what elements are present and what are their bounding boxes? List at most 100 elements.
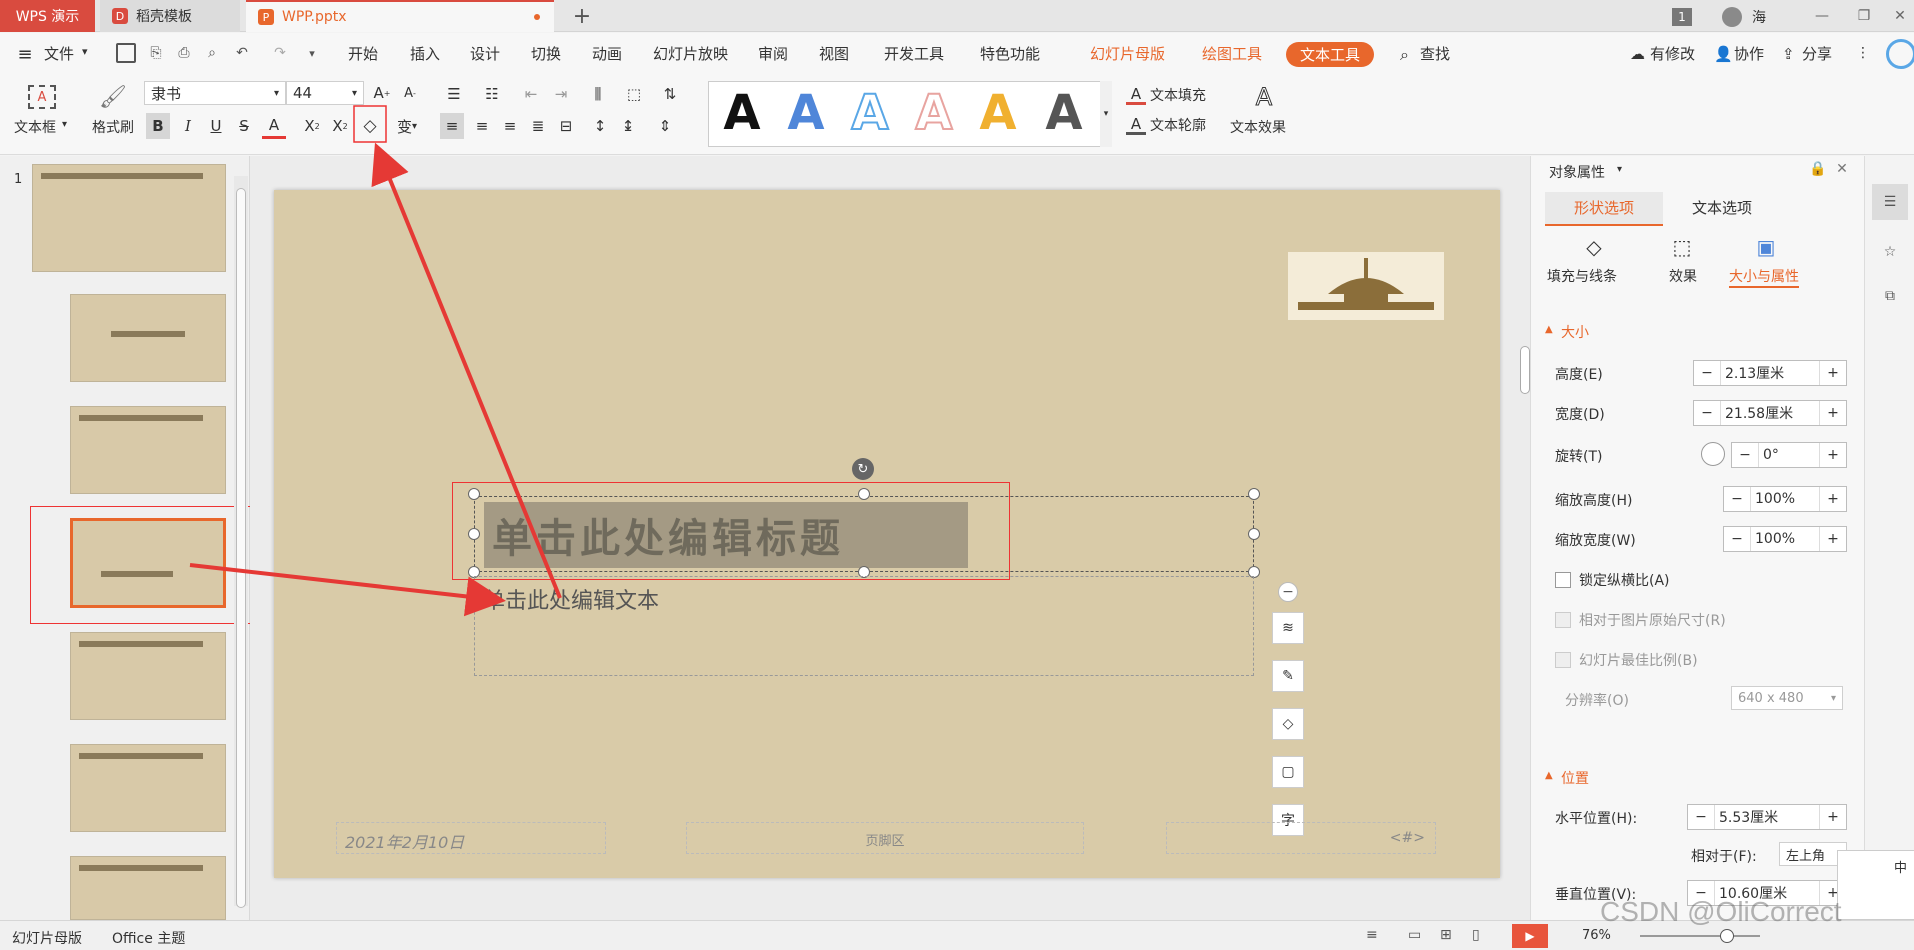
slide-sorter-icon[interactable]: ⊞	[1440, 927, 1452, 943]
properties-icon[interactable]: ☰	[1872, 184, 1908, 220]
copy-icon[interactable]: ⧉	[1872, 278, 1908, 314]
effect-icon[interactable]: ⬚	[1669, 234, 1695, 260]
save-icon[interactable]	[116, 43, 136, 63]
italic-icon[interactable]: I	[176, 113, 200, 139]
textbox-icon[interactable]: A	[28, 85, 56, 109]
slide[interactable]: 单击此处编辑标题 ↻ 单击此处编辑文本 − ≋ ✎ ◇ ▢ 字 2021年2月1…	[274, 190, 1500, 878]
star-icon[interactable]: ☆	[1872, 234, 1908, 270]
bullets-icon[interactable]: ☰	[440, 83, 468, 105]
tab-templates[interactable]: D 稻壳模板	[100, 0, 240, 32]
text-fill-button[interactable]: 文本填充	[1150, 85, 1206, 105]
text-effect-icon[interactable]: A	[1250, 83, 1278, 112]
character-change-icon[interactable]: 变 ▾	[392, 113, 422, 139]
minus-icon[interactable]: −	[1724, 491, 1750, 507]
more-options-icon[interactable]: ⋮	[1855, 43, 1871, 63]
menu-design[interactable]: 设计	[470, 43, 500, 64]
reading-view-icon[interactable]: ▯	[1472, 927, 1480, 943]
layout-thumbnail[interactable]	[70, 406, 226, 494]
menu-transition[interactable]: 切换	[531, 43, 561, 64]
increase-indent-icon[interactable]: ⇥	[550, 83, 572, 105]
layout-thumbnail[interactable]	[70, 632, 226, 720]
resize-handle[interactable]	[1248, 488, 1260, 500]
scale-width-value[interactable]: 100%	[1750, 527, 1820, 551]
line-spacing-icon[interactable]: ↕	[588, 113, 612, 139]
text-outline-button[interactable]: 文本轮廓	[1150, 115, 1206, 135]
text-style-gray[interactable]: A	[1034, 85, 1094, 141]
align-left-icon[interactable]: ≡	[440, 113, 464, 139]
menu-slide-master[interactable]: 幻灯片母版	[1090, 43, 1165, 64]
font-size-select[interactable]: 44 ▾	[286, 81, 364, 105]
canvas-scrollbar[interactable]	[1520, 156, 1530, 920]
layout-thumbnail[interactable]	[70, 744, 226, 832]
search-button[interactable]: 查找	[1420, 43, 1450, 64]
lock-ratio-checkbox[interactable]	[1555, 572, 1571, 588]
hamburger-icon[interactable]: ≡	[16, 44, 34, 65]
format-painter-label[interactable]: 格式刷	[92, 117, 134, 137]
ime-widget[interactable]: 中	[1837, 850, 1914, 920]
underline-icon[interactable]: U	[204, 113, 228, 139]
text-outline-icon[interactable]: A	[1126, 115, 1146, 135]
horizontal-position-value[interactable]: 5.53厘米	[1714, 805, 1820, 829]
rotation-value[interactable]: 0°	[1758, 443, 1820, 467]
footer-placeholder[interactable]: 页脚区	[686, 822, 1084, 854]
scale-height-value[interactable]: 100%	[1750, 487, 1820, 511]
close-window-icon[interactable]: ✕	[1890, 4, 1910, 28]
scale-height-stepper[interactable]: −100% +	[1723, 486, 1847, 512]
menu-drawing-tools[interactable]: 绘图工具	[1202, 43, 1262, 64]
plus-icon[interactable]: +	[1820, 809, 1846, 825]
layout-thumbnail[interactable]	[70, 856, 226, 920]
resolution-select[interactable]: 640 x 480 ▾	[1731, 686, 1843, 710]
format-painter-icon[interactable]: 🖌	[99, 83, 127, 111]
section-position[interactable]: 位置	[1561, 768, 1589, 788]
panel-title[interactable]: 对象属性	[1549, 162, 1605, 182]
gallery-scroll-icon[interactable]: ▾	[1100, 81, 1112, 147]
plus-icon[interactable]: +	[1820, 405, 1846, 421]
text-effect-button[interactable]: 文本效果	[1230, 117, 1286, 137]
text-direction-icon[interactable]: ⬚	[620, 83, 648, 105]
text-style-gold[interactable]: A	[968, 85, 1028, 141]
text-style-blue[interactable]: A	[776, 85, 836, 141]
layout-thumbnail[interactable]	[70, 294, 226, 382]
new-tab-icon[interactable]: +	[570, 4, 594, 29]
subtab-size-property[interactable]: 大小与属性	[1729, 266, 1799, 288]
collaborate-button[interactable]: 协作	[1734, 43, 1764, 64]
body-placeholder[interactable]: 单击此处编辑文本	[474, 576, 1254, 676]
zoom-thumb[interactable]	[1720, 929, 1734, 943]
undo-icon[interactable]: ↶	[232, 43, 252, 63]
redo-icon[interactable]: ↷	[270, 43, 290, 63]
layers-icon[interactable]: ≋	[1272, 612, 1304, 644]
superscript-icon[interactable]: X2	[300, 113, 324, 139]
plus-icon[interactable]: +	[1820, 531, 1846, 547]
tab-document[interactable]: P WPP.pptx	[246, 0, 554, 32]
menu-view[interactable]: 视图	[819, 43, 849, 64]
menu-review[interactable]: 审阅	[758, 43, 788, 64]
close-icon[interactable]: ✕	[1833, 160, 1851, 178]
rotation-dial-icon[interactable]	[1701, 442, 1725, 466]
menu-features[interactable]: 特色功能	[980, 43, 1040, 64]
distribute-icon[interactable]: ⊟	[554, 113, 578, 139]
minus-icon[interactable]: −	[1688, 809, 1714, 825]
size-property-icon[interactable]: ▣	[1753, 234, 1779, 260]
align-center-icon[interactable]: ≡	[470, 113, 494, 139]
plus-icon[interactable]: +	[1820, 365, 1846, 381]
minus-icon[interactable]: −	[1732, 447, 1758, 463]
menu-home[interactable]: 开始	[348, 43, 378, 64]
assistant-avatar[interactable]	[1886, 39, 1914, 69]
outline-icon[interactable]: ▢	[1272, 756, 1304, 788]
subscript-icon[interactable]: X2	[328, 113, 352, 139]
rotate-handle-icon[interactable]: ↻	[852, 458, 874, 480]
increase-font-icon[interactable]: A +	[372, 83, 392, 103]
width-stepper[interactable]: −21.58厘米 +	[1693, 400, 1847, 426]
tab-text-options[interactable]: 文本选项	[1663, 192, 1781, 226]
ime-chinese-icon[interactable]: 中	[1894, 857, 1907, 876]
height-stepper[interactable]: −2.13厘米 +	[1693, 360, 1847, 386]
text-style-black[interactable]: A	[712, 85, 772, 141]
subtab-fill-line[interactable]: 填充与线条	[1547, 266, 1617, 286]
section-size[interactable]: 大小	[1561, 322, 1589, 342]
master-thumbnail[interactable]	[32, 164, 226, 272]
textbox-label[interactable]: 文本框	[14, 117, 56, 137]
numbering-icon[interactable]: ☷	[478, 83, 506, 105]
modified-status[interactable]: 有修改	[1650, 43, 1695, 64]
strikethrough-icon[interactable]: S	[232, 113, 256, 139]
columns-icon[interactable]: ⫼	[584, 83, 612, 105]
